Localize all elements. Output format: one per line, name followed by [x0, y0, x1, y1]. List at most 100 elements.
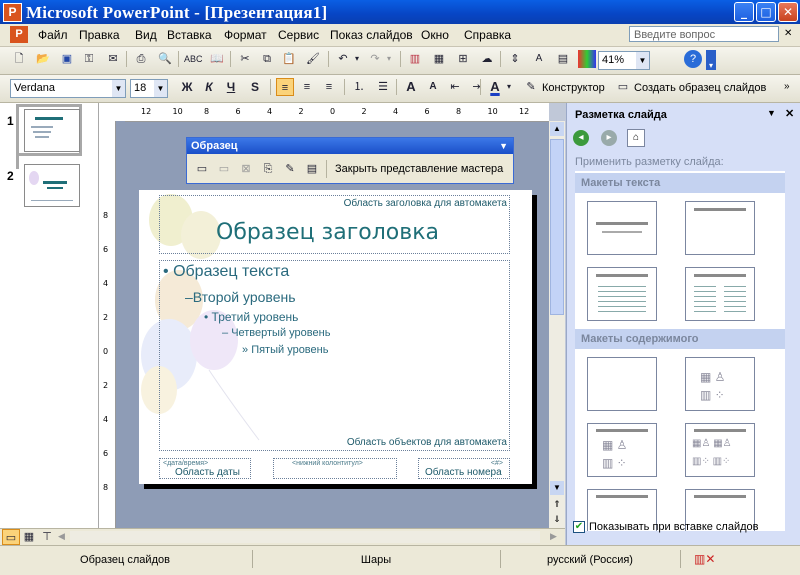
tables-borders-icon[interactable]: ⊞ [454, 50, 472, 68]
scroll-left-icon[interactable]: ◀ [58, 531, 65, 542]
task-pane-close-icon[interactable]: ✕ [785, 107, 794, 120]
normal-view-icon[interactable]: ▭ [2, 529, 20, 545]
table-icon[interactable]: ▦ [430, 50, 448, 68]
menu-window[interactable]: Окно [421, 28, 449, 42]
cut-icon[interactable]: ✂ [236, 50, 254, 68]
insert-new-title-master-icon[interactable]: ▭ [215, 160, 233, 178]
layout-title-text[interactable] [587, 267, 657, 321]
bullets-icon[interactable]: ☰ [374, 78, 392, 96]
minimize-button[interactable]: _ [734, 2, 754, 22]
body-placeholder[interactable]: • Образец текста –Второй уровень • Трети… [159, 260, 510, 451]
date-placeholder[interactable]: <дата/время> Область даты [159, 458, 251, 479]
menu-view[interactable]: Вид [135, 28, 157, 42]
save-icon[interactable]: ▣ [58, 50, 76, 68]
preview-icon[interactable]: 🔍 [156, 50, 174, 68]
menu-tools[interactable]: Сервис [278, 28, 319, 42]
italic-button[interactable]: К [200, 78, 218, 96]
shadow-button[interactable]: S [246, 78, 264, 96]
layout-title-slide[interactable] [587, 201, 657, 255]
permission-icon[interactable]: ⚿ [80, 50, 98, 68]
font-color-icon[interactable]: A [486, 78, 504, 96]
preserve-master-icon[interactable]: ⎘ [259, 160, 277, 178]
toolbar-dropdown-icon[interactable]: ▼ [499, 138, 508, 154]
scroll-right-icon[interactable]: ▶ [550, 531, 557, 542]
menu-slideshow[interactable]: Показ слайдов [330, 28, 413, 42]
layout-content[interactable]: ▦ ♙ ▥ ⁘ [685, 357, 755, 411]
delete-master-icon[interactable]: ⊠ [237, 160, 255, 178]
undo-dropdown-icon[interactable]: ▾ [352, 50, 362, 68]
close-doc-icon[interactable]: ✕ [784, 28, 792, 39]
task-pane-menu-icon[interactable]: ▼ [767, 108, 776, 118]
copy-icon[interactable]: ⧉ [258, 50, 276, 68]
print-icon[interactable]: ⎙ [132, 50, 150, 68]
show-on-insert-checkbox[interactable]: ✔ [573, 521, 585, 533]
sorter-view-icon[interactable]: ▦ [20, 529, 38, 545]
close-button[interactable]: ✕ [778, 2, 798, 22]
font-size-select[interactable]: 18 ▼ [130, 79, 168, 98]
vertical-scrollbar[interactable]: ▲ ▼ ⇑ ⇓ [549, 121, 565, 528]
email-icon[interactable]: ✉ [104, 50, 122, 68]
scroll-thumb[interactable] [550, 139, 564, 315]
insert-new-master-icon[interactable]: ▭ [193, 160, 211, 178]
scroll-up-icon[interactable]: ▲ [550, 122, 564, 136]
spelling-icon[interactable]: ABC [184, 50, 203, 68]
formatting-icon[interactable]: A [530, 50, 548, 68]
toolbar-options-icon[interactable]: ▾ [706, 50, 716, 70]
zoom-select[interactable]: 41% ▼ [598, 51, 650, 70]
horizontal-scrollbar[interactable] [70, 531, 540, 543]
new-icon[interactable]: 🗋 [10, 50, 28, 68]
help-search-input[interactable]: Введите вопрос [629, 26, 779, 42]
bold-button[interactable]: Ж [178, 78, 196, 96]
number-placeholder[interactable]: <#> Область номера [418, 458, 510, 479]
decrease-font-icon[interactable]: A [424, 78, 442, 96]
layout-title-content[interactable]: ▦ ♙ ▥ ⁘ [587, 423, 657, 477]
designer-icon[interactable]: ✎ [522, 78, 540, 96]
slide-canvas[interactable]: Область заголовка для автомакета Образец… [139, 190, 532, 484]
slide-thumbnail-1[interactable] [24, 109, 80, 152]
expand-all-icon[interactable]: ⇕ [506, 50, 524, 68]
layout-title-only[interactable] [685, 201, 755, 255]
chart-icon[interactable]: ▥ [406, 50, 424, 68]
scroll-down-icon[interactable]: ▼ [550, 481, 564, 495]
undo-icon[interactable]: ↶ [334, 50, 352, 68]
toolbar-more-icon[interactable]: » [784, 81, 790, 92]
next-slide-icon[interactable]: ⇓ [550, 512, 564, 526]
menu-insert[interactable]: Вставка [167, 28, 212, 42]
forward-icon[interactable]: ▸ [601, 130, 617, 146]
new-master-icon[interactable]: ▭ [614, 78, 632, 96]
close-master-view-button[interactable]: Закрыть представление мастера [335, 163, 503, 175]
redo-dropdown-icon[interactable]: ▾ [384, 50, 394, 68]
grid-icon[interactable]: ▤ [554, 50, 572, 68]
increase-indent-icon[interactable]: ⇥ [468, 78, 486, 96]
designer-button[interactable]: Конструктор [542, 82, 605, 94]
font-color-dropdown-icon[interactable]: ▾ [504, 78, 514, 96]
redo-icon[interactable]: ↷ [366, 50, 384, 68]
layout-two-columns[interactable] [685, 267, 755, 321]
master-layout-icon[interactable]: ▤ [303, 160, 321, 178]
insert-picture-icon[interactable]: ☁ [478, 50, 496, 68]
back-icon[interactable]: ◂ [573, 130, 589, 146]
decrease-indent-icon[interactable]: ⇤ [446, 78, 464, 96]
master-toolbar-title[interactable]: Образец ▼ [187, 138, 513, 154]
maximize-button[interactable]: □ [756, 2, 776, 22]
align-center-icon[interactable]: ≡ [298, 78, 316, 96]
layout-blank[interactable] [587, 357, 657, 411]
open-icon[interactable]: 📂 [34, 50, 52, 68]
paste-icon[interactable]: 📋 [280, 50, 298, 68]
color-grayscale-icon[interactable] [578, 50, 596, 68]
rename-master-icon[interactable]: ✎ [281, 160, 299, 178]
increase-font-icon[interactable]: A [402, 78, 420, 96]
format-painter-icon[interactable]: 🖌 [304, 50, 322, 68]
underline-button[interactable]: Ч [222, 78, 240, 96]
powerpoint-app-icon[interactable]: P [3, 3, 22, 22]
menu-format[interactable]: Формат [224, 28, 267, 42]
document-icon[interactable]: P [10, 26, 28, 43]
menu-file[interactable]: Файл [38, 28, 68, 42]
align-right-icon[interactable]: ≡ [320, 78, 338, 96]
home-icon[interactable]: ⌂ [627, 129, 645, 147]
previous-slide-icon[interactable]: ⇑ [550, 497, 564, 511]
slideshow-view-icon[interactable]: ⊤ [38, 529, 56, 545]
numbering-icon[interactable]: ⒈ [350, 78, 368, 96]
footer-placeholder[interactable]: <нижний колонтитул> [273, 458, 397, 479]
font-name-select[interactable]: Verdana ▼ [10, 79, 126, 98]
